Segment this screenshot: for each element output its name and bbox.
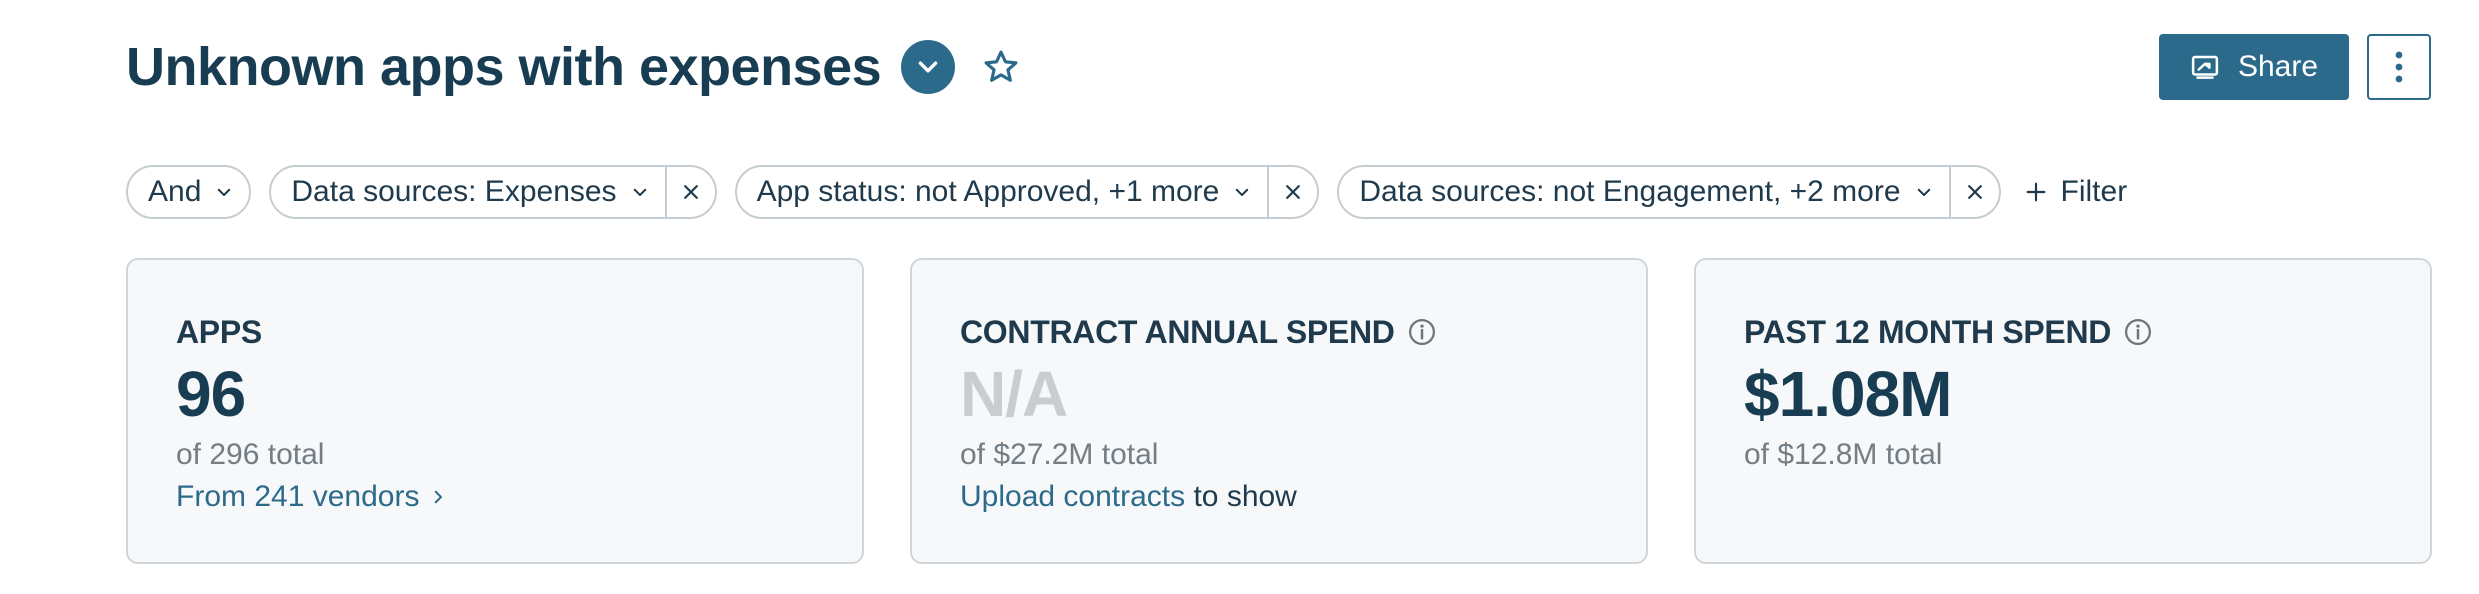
filter-bar: And Data sources: Expenses App status: n… — [126, 165, 2127, 219]
filter-chip-edit[interactable]: App status: not Approved, +1 more — [737, 167, 1268, 217]
add-filter-button[interactable]: Filter — [2019, 175, 2128, 209]
add-filter-label: Filter — [2060, 175, 2128, 208]
info-icon[interactable] — [2123, 317, 2153, 347]
past12-card-label: PAST 12 MONTH SPEND — [1744, 312, 2390, 352]
close-icon — [1967, 185, 1982, 199]
share-button-label: Share — [2237, 50, 2319, 83]
apps-card: APPS 96 of 296 total From 241 vendors — [126, 258, 864, 564]
plus-icon — [2026, 182, 2045, 202]
contract-card-label-text: CONTRACT ANNUAL SPEND — [960, 313, 1395, 350]
star-icon — [984, 50, 1018, 82]
filter-chip-label: Data sources: Expenses — [291, 175, 617, 208]
filter-chip-app-status: App status: not Approved, +1 more — [734, 165, 1320, 219]
past12-card-value: $1.08M — [1744, 358, 1952, 430]
chevron-right-icon — [435, 490, 443, 504]
contract-annual-spend-card: CONTRACT ANNUAL SPEND N/A of $27.2M tota… — [910, 258, 1648, 564]
close-icon — [1286, 185, 1301, 199]
past12-card-label-text: PAST 12 MONTH SPEND — [1744, 313, 2112, 350]
filter-chip-data-sources-not: Data sources: not Engagement, +2 more — [1337, 165, 2001, 219]
conjunction-select-main[interactable]: And — [128, 167, 249, 217]
vendors-link-label: From 241 vendors — [176, 480, 420, 513]
upload-contracts-suffix: to show — [1185, 480, 1297, 513]
remove-filter-button[interactable] — [1948, 167, 1999, 217]
upload-contracts-line: Upload contracts to show — [960, 478, 1606, 516]
chevron-down-icon — [918, 61, 938, 73]
remove-filter-button[interactable] — [664, 167, 715, 217]
more-options-button[interactable] — [2367, 34, 2431, 100]
chevron-down-icon — [1917, 188, 1930, 196]
filter-chip-label: App status: not Approved, +1 more — [756, 175, 1220, 208]
remove-filter-button[interactable] — [1267, 167, 1317, 217]
chevron-down-icon — [1236, 188, 1249, 196]
apps-card-total: of 296 total — [176, 438, 325, 471]
chevron-down-icon — [633, 188, 646, 196]
header: Unknown apps with expenses Share — [126, 32, 2431, 102]
chevron-down-icon — [218, 188, 231, 196]
conjunction-label: And — [148, 175, 202, 208]
page-title: Unknown apps with expenses — [126, 37, 882, 97]
close-icon — [683, 185, 698, 199]
title-dropdown-button[interactable] — [901, 40, 956, 94]
filter-chip-data-sources: Data sources: Expenses — [269, 165, 717, 219]
conjunction-select[interactable]: And — [126, 165, 252, 219]
filter-chip-edit[interactable]: Data sources: Expenses — [271, 167, 664, 217]
contract-card-value: N/A — [960, 358, 1068, 430]
apps-card-label-text: APPS — [176, 313, 262, 350]
past-12-month-spend-card: PAST 12 MONTH SPEND $1.08M of $12.8M tot… — [1694, 258, 2432, 564]
contract-card-total: of $27.2M total — [960, 438, 1159, 471]
filter-chip-label: Data sources: not Engagement, +2 more — [1359, 175, 1901, 208]
apps-card-label: APPS — [176, 312, 822, 352]
share-button[interactable]: Share — [2159, 34, 2349, 100]
past12-card-total: of $12.8M total — [1744, 438, 1943, 471]
info-icon[interactable] — [1407, 317, 1437, 347]
vendors-link[interactable]: From 241 vendors — [176, 478, 447, 516]
apps-card-value: 96 — [176, 358, 246, 430]
filter-chip-edit[interactable]: Data sources: not Engagement, +2 more — [1339, 167, 1948, 217]
page: Unknown apps with expenses Share And Dat… — [0, 0, 2479, 594]
share-screen-icon — [2191, 55, 2219, 79]
upload-contracts-link[interactable]: Upload contracts — [960, 480, 1185, 513]
favorite-button[interactable] — [979, 45, 1023, 89]
header-actions: Share — [2159, 32, 2431, 102]
contract-card-label: CONTRACT ANNUAL SPEND — [960, 312, 1606, 352]
kebab-menu-icon — [2395, 51, 2403, 83]
